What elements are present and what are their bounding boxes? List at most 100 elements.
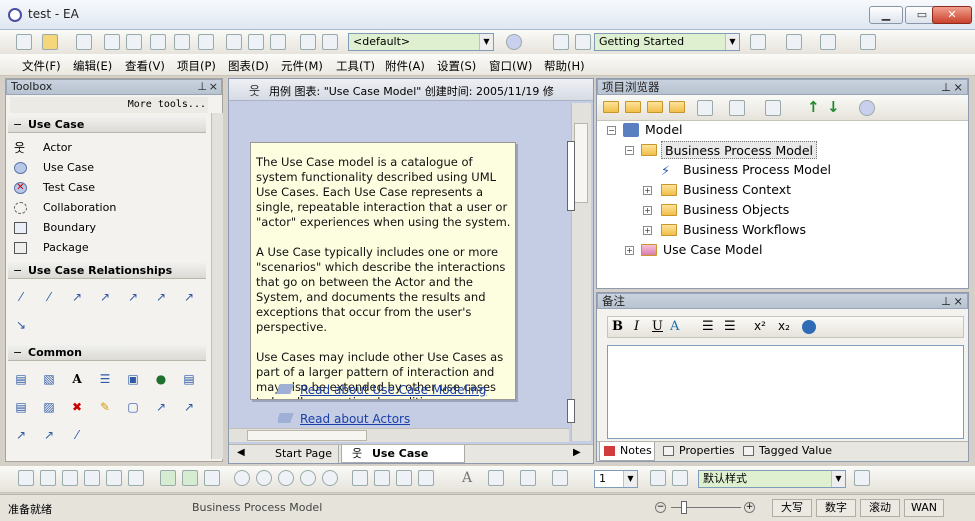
note-link-icon[interactable]: ⁄	[70, 428, 84, 442]
page-setup-icon[interactable]	[248, 34, 264, 50]
dependency-icon[interactable]: ↗	[154, 400, 168, 414]
move-up-icon[interactable]: ↑	[807, 98, 820, 116]
italic-icon[interactable]: I	[634, 319, 639, 334]
subscript-icon[interactable]: x₂	[778, 319, 790, 333]
window-icon[interactable]	[786, 34, 802, 50]
zoom-100-icon[interactable]	[300, 470, 316, 486]
minus-bar-icon[interactable]	[820, 34, 836, 50]
align-right-icon[interactable]	[40, 470, 56, 486]
back-arrow-icon[interactable]	[160, 470, 176, 486]
new-view-icon[interactable]	[625, 101, 641, 113]
network-icon[interactable]	[352, 470, 368, 486]
new-diagram-icon[interactable]	[647, 101, 663, 113]
same-width-icon[interactable]	[106, 470, 122, 486]
diagram-element-edge-2[interactable]	[567, 399, 575, 423]
zoom-combo[interactable]: 1 ▼	[594, 470, 638, 488]
menu-project[interactable]: 项目(P)	[177, 58, 216, 74]
minimize-button[interactable]: ▁	[869, 6, 903, 24]
view-grid-icon[interactable]	[750, 34, 766, 50]
nesting-icon[interactable]: ↗	[42, 428, 56, 442]
collapse-icon[interactable]: −	[607, 126, 616, 135]
help-icon[interactable]	[859, 100, 875, 116]
precedes-icon[interactable]: ↘	[14, 318, 28, 332]
brush-icon[interactable]	[672, 470, 688, 486]
menu-file[interactable]: 文件(F)	[22, 58, 61, 74]
more-tools-button[interactable]: More tools...	[10, 97, 208, 113]
globe-icon[interactable]: ●	[154, 372, 168, 386]
pin-tool-icon[interactable]	[396, 470, 412, 486]
document-icon[interactable]: ▤	[182, 372, 196, 386]
menu-addins[interactable]: 附件(A)	[385, 58, 425, 74]
menu-window[interactable]: 窗口(W)	[489, 58, 532, 74]
tab-scroll-left-icon[interactable]: ◀	[237, 447, 245, 458]
artifact-icon[interactable]: ▧	[42, 372, 56, 386]
superscript-icon[interactable]: x²	[754, 319, 766, 333]
menu-help[interactable]: 帮助(H)	[544, 58, 585, 74]
underline-icon[interactable]: U	[652, 319, 663, 334]
association-icon[interactable]: ⁄	[14, 290, 28, 304]
trace-icon[interactable]: ↗	[182, 400, 196, 414]
close-button[interactable]: ✕	[932, 6, 972, 24]
issue-icon[interactable]: ✖	[70, 400, 84, 414]
link-text[interactable]: Read about Actors	[300, 412, 410, 426]
h-scroll-thumb[interactable]	[247, 430, 367, 441]
fill-color-icon[interactable]	[520, 470, 536, 486]
zoom-in-icon[interactable]	[234, 470, 250, 486]
calculator-icon[interactable]	[300, 34, 316, 50]
include-icon[interactable]: ↗	[98, 290, 112, 304]
open-folder-icon[interactable]	[42, 34, 58, 50]
expand-icon[interactable]: +	[643, 206, 652, 215]
new-icon[interactable]	[16, 34, 32, 50]
note-icon[interactable]: ▤	[14, 372, 28, 386]
zoom-out-icon[interactable]	[256, 470, 272, 486]
hyperlink-globe-icon[interactable]	[802, 320, 816, 334]
collapse-icon[interactable]: −	[625, 146, 634, 155]
list-icon[interactable]: ☰	[98, 372, 112, 386]
diagram-frame-icon[interactable]: ▣	[126, 372, 140, 386]
expand-icon[interactable]: +	[643, 226, 652, 235]
delete-icon[interactable]	[418, 470, 434, 486]
toolbox-scrollbar[interactable]	[211, 113, 223, 459]
move-down-icon[interactable]: ↓	[827, 98, 840, 116]
close-icon[interactable]: ×	[953, 80, 963, 94]
section-common[interactable]: Common	[8, 345, 206, 361]
copy-icon[interactable]	[126, 34, 142, 50]
toolbox-item-use-case[interactable]: Use Case	[12, 159, 94, 177]
change-icon[interactable]: ✎	[98, 400, 112, 414]
boundary-common-icon[interactable]: ▢	[126, 400, 140, 414]
zoom-slider[interactable]: − +	[655, 500, 755, 516]
tab-tagged-values[interactable]: Tagged Value	[739, 442, 849, 461]
numbered-list-icon[interactable]: ☰	[724, 319, 736, 334]
toolbox-item-actor[interactable]: 웃 Actor	[12, 139, 72, 157]
save-icon[interactable]	[76, 34, 92, 50]
link-text[interactable]: Read about Use Case Modeling	[300, 383, 486, 397]
text-icon[interactable]: A	[70, 372, 84, 386]
bold-icon[interactable]: B	[612, 319, 623, 334]
paste-icon[interactable]	[150, 34, 166, 50]
forward-arrow-icon[interactable]	[182, 470, 198, 486]
link-actors[interactable]: Read about Actors	[278, 412, 410, 426]
requirement-icon[interactable]: ▤	[14, 400, 28, 414]
notes-editor[interactable]	[607, 345, 964, 439]
menu-edit[interactable]: 编辑(E)	[73, 58, 112, 74]
bullet-list-icon[interactable]: ☰	[702, 319, 714, 334]
zoom-minus-icon[interactable]: −	[655, 502, 666, 513]
document-options-icon[interactable]	[729, 100, 745, 116]
format-painter-icon[interactable]	[854, 470, 870, 486]
tab-scroll-right-icon[interactable]: ▶	[573, 447, 581, 458]
search-model-icon[interactable]	[322, 34, 338, 50]
tab-properties[interactable]: Properties	[659, 442, 735, 461]
zoom-search-icon[interactable]	[322, 470, 338, 486]
layout-icon[interactable]	[860, 34, 876, 50]
section-use-case[interactable]: Use Case	[8, 117, 206, 133]
tab-start-page[interactable]: Start Page	[269, 445, 339, 463]
slider-thumb[interactable]	[681, 501, 687, 514]
start-page-icon[interactable]	[575, 34, 591, 50]
diagram-note[interactable]: The Use Case model is a catalogue of sys…	[250, 142, 516, 400]
realize-icon[interactable]: ↗	[154, 290, 168, 304]
pen-icon[interactable]	[650, 470, 666, 486]
zoom-plus-icon[interactable]: +	[744, 502, 755, 513]
zoom-fit-icon[interactable]	[278, 470, 294, 486]
home-icon[interactable]	[204, 470, 220, 486]
diagram-horizontal-scrollbar[interactable]	[229, 428, 569, 442]
